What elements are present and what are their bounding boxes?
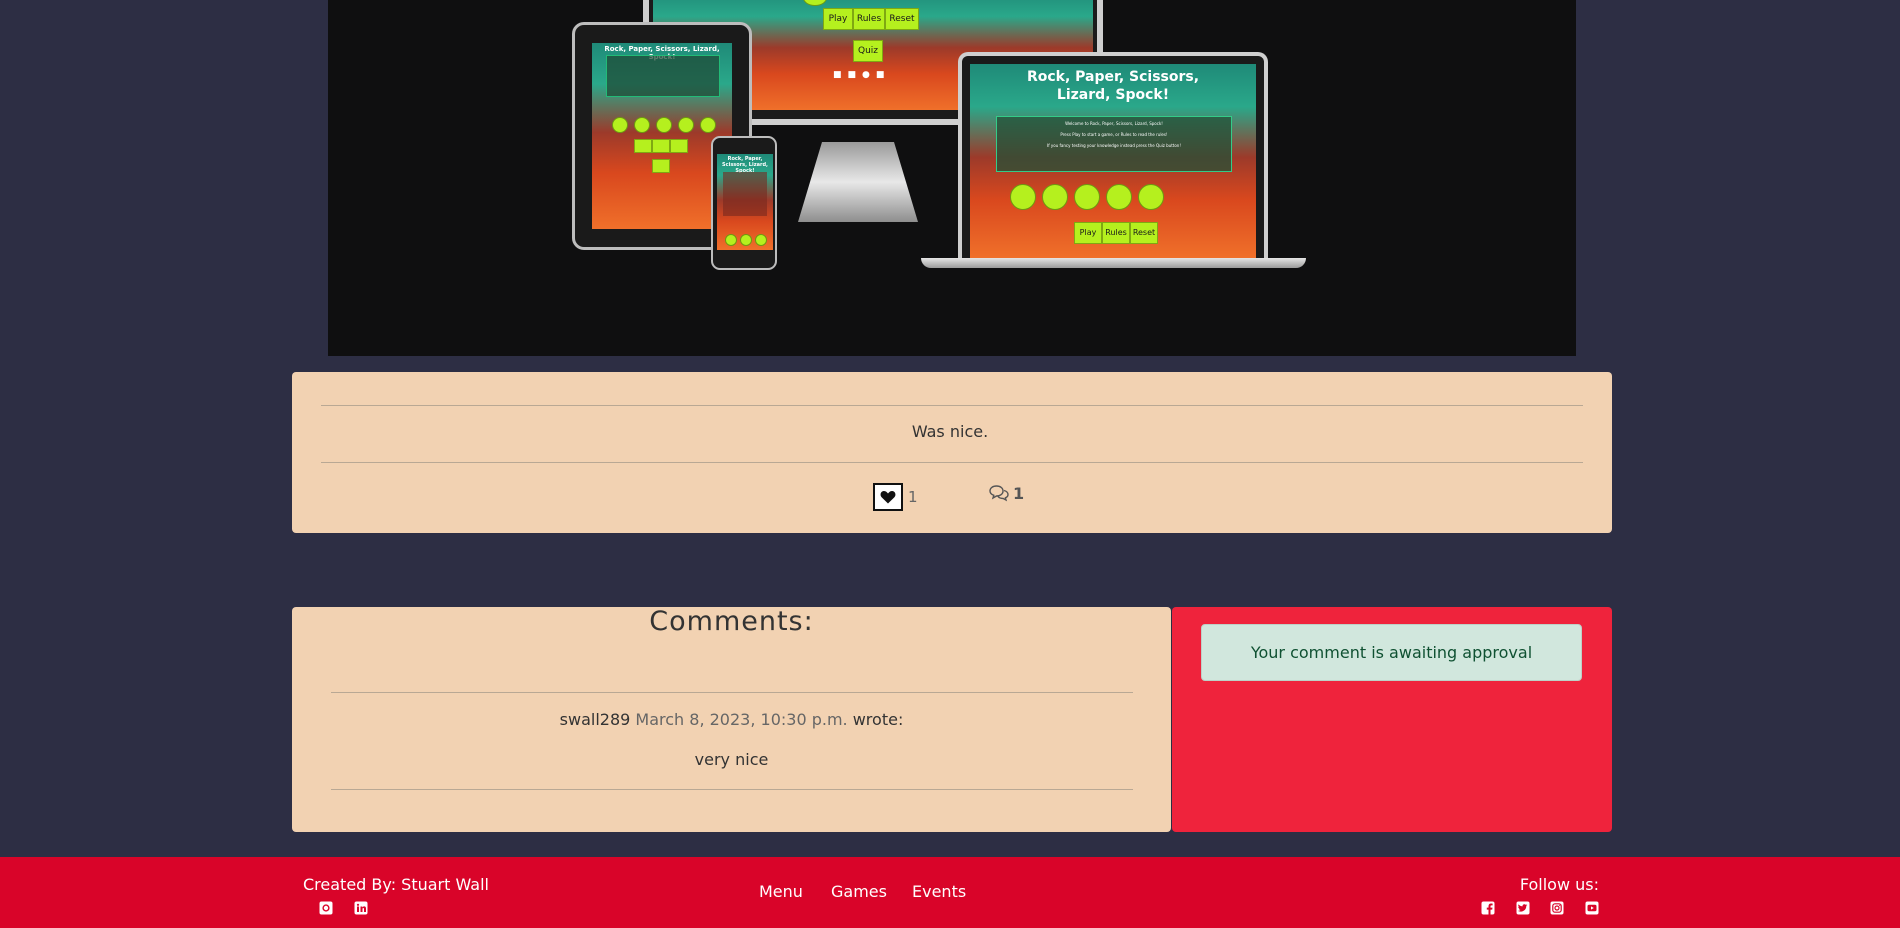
footer-created-by: Created By: Stuart Wall — [303, 875, 489, 894]
comment-divider-bottom — [331, 789, 1133, 790]
laptop-intro-box: Welcome to Rock, Paper, Scissors, Lizard… — [996, 116, 1232, 172]
comments-icon — [989, 485, 1009, 502]
phone-orb-1 — [725, 234, 737, 246]
desktop-play-button: Play — [823, 8, 853, 30]
comment-meta: swall289 March 8, 2023, 10:30 p.m. wrote… — [292, 710, 1171, 729]
footer-nav-menu[interactable]: Menu — [759, 882, 803, 901]
comment-date: March 8, 2023, 10:30 p.m. — [635, 710, 848, 729]
post-divider-bottom — [321, 462, 1583, 463]
approval-alert: Your comment is awaiting approval — [1201, 624, 1582, 681]
like-button[interactable] — [873, 483, 903, 511]
github-icon[interactable] — [319, 901, 333, 915]
laptop-intro-line-2: Press Play to start a game, or Rules to … — [1060, 132, 1168, 137]
laptop-orb-2 — [1042, 184, 1068, 210]
tablet-orb-3 — [656, 117, 672, 133]
tablet-intro-box — [606, 55, 720, 97]
phone-orb-2 — [740, 234, 752, 246]
youtube-icon[interactable] — [1585, 901, 1599, 915]
post-content: Was nice. — [911, 422, 989, 441]
laptop-screen: Rock, Paper, Scissors, Lizard, Spock! We… — [970, 64, 1256, 258]
desktop-reset-button: Reset — [885, 8, 919, 30]
laptop-play-button: Play — [1074, 222, 1102, 244]
tablet-orb-4 — [678, 117, 694, 133]
laptop-base — [921, 258, 1306, 268]
laptop-orb-5 — [1138, 184, 1164, 210]
comment-author: swall289 — [559, 710, 631, 729]
laptop-intro-line-3: If you fancy testing your knowledge inst… — [1047, 143, 1181, 148]
facebook-icon[interactable] — [1481, 901, 1495, 915]
phone-orb-3 — [755, 234, 767, 246]
comment-wrote-label: wrote: — [852, 710, 904, 729]
instagram-icon[interactable] — [1550, 901, 1564, 915]
desktop-social-icons: ■■●■ — [833, 70, 891, 80]
tablet-rules-button — [652, 139, 670, 153]
comment-divider-top — [331, 692, 1133, 693]
desktop-orb — [803, 0, 827, 6]
heart-icon — [880, 490, 896, 504]
tablet-orb-5 — [700, 117, 716, 133]
phone-screen: Rock, Paper, Scissors, Lizard, Spock! — [717, 154, 773, 250]
laptop-title: Rock, Paper, Scissors, Lizard, Spock! — [1026, 69, 1200, 103]
laptop-rules-button: Rules — [1102, 222, 1130, 244]
comment-count: 1 — [1013, 484, 1025, 503]
twitter-icon[interactable] — [1516, 901, 1530, 915]
monitor-stand — [798, 142, 918, 222]
phone-intro-box — [723, 172, 767, 216]
laptop-intro-line-1: Welcome to Rock, Paper, Scissors, Lizard… — [1065, 121, 1163, 126]
tablet-quiz-button — [652, 159, 670, 173]
laptop-orb-4 — [1106, 184, 1132, 210]
post-divider-top — [321, 405, 1583, 406]
comments-heading: Comments: — [649, 606, 814, 637]
desktop-rules-button: Rules — [853, 8, 885, 30]
footer-nav-events[interactable]: Events — [912, 882, 966, 901]
post-card — [292, 372, 1612, 533]
tablet-orb-2 — [634, 117, 650, 133]
hero-image: Play Rules Reset Quiz ■■●■ Rock, Paper, … — [328, 0, 1576, 356]
desktop-quiz-button: Quiz — [853, 40, 883, 62]
footer-nav-games[interactable]: Games — [831, 882, 887, 901]
laptop-orb-1 — [1010, 184, 1036, 210]
like-count: 1 — [908, 488, 918, 506]
footer-follow-us: Follow us: — [1519, 875, 1599, 894]
laptop-orb-3 — [1074, 184, 1100, 210]
tablet-orb-1 — [612, 117, 628, 133]
comment-body: very nice — [694, 750, 769, 769]
tablet-play-button — [634, 139, 652, 153]
linkedin-icon[interactable] — [354, 901, 368, 915]
laptop-mockup: Rock, Paper, Scissors, Lizard, Spock! We… — [958, 52, 1268, 262]
laptop-reset-button: Reset — [1130, 222, 1158, 244]
phone-mockup: Rock, Paper, Scissors, Lizard, Spock! — [711, 136, 777, 270]
tablet-reset-button — [670, 139, 688, 153]
